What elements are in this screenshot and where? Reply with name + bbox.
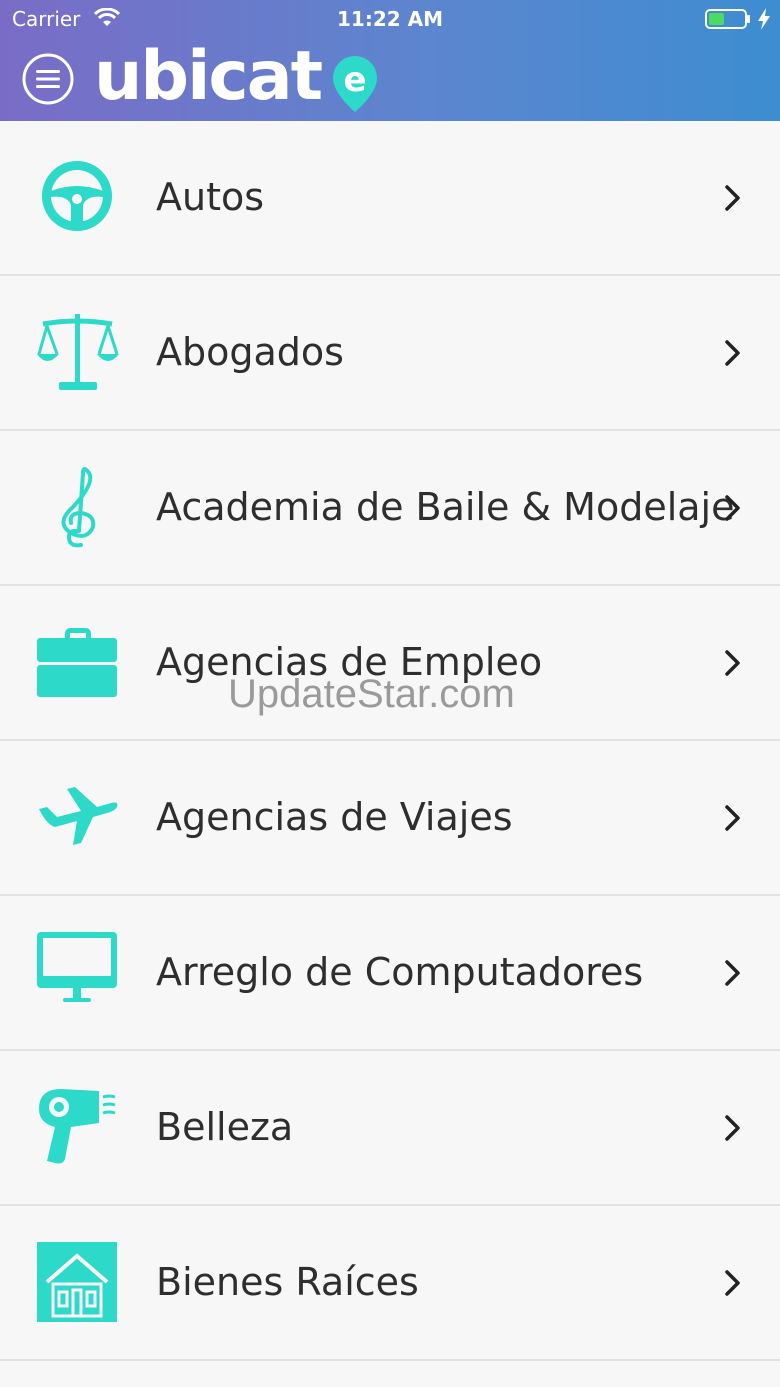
airplane-icon <box>37 777 119 859</box>
scales-icon <box>37 312 119 394</box>
category-row-empleo[interactable]: Agencias de Empleo <box>0 586 780 741</box>
category-row-bienes[interactable]: Bienes Raíces <box>0 1206 780 1361</box>
hamburger-menu-icon[interactable] <box>21 52 75 106</box>
app-header: Carrier 11:22 AM ubicat e <box>0 0 780 121</box>
monitor-icon <box>37 932 119 1014</box>
category-row-belleza[interactable]: Belleza <box>0 1051 780 1206</box>
category-label: Arreglo de Computadores <box>156 950 644 994</box>
chevron-right-icon <box>722 804 742 836</box>
chevron-right-icon <box>722 649 742 681</box>
treble-clef-icon <box>37 467 119 549</box>
chevron-right-icon <box>722 1269 742 1301</box>
category-label: Autos <box>156 175 265 219</box>
app-logo: ubicat <box>94 34 323 120</box>
category-label: Agencias de Viajes <box>156 795 513 839</box>
category-row-computadores[interactable]: Arreglo de Computadores <box>0 896 780 1051</box>
chevron-right-icon <box>722 184 742 216</box>
category-row-academia[interactable]: Academia de Baile & Modelaje <box>0 431 780 586</box>
category-label: Academia de Baile & Modelaje <box>156 485 735 529</box>
logo-text: ubicat <box>94 37 323 116</box>
chevron-right-icon <box>722 494 742 526</box>
hair-dryer-icon <box>37 1087 119 1169</box>
category-list: Autos Abogados Academia de Baile & Model… <box>0 121 780 1361</box>
steering-wheel-icon <box>37 157 119 239</box>
chevron-right-icon <box>722 339 742 371</box>
category-row-autos[interactable]: Autos <box>0 121 780 276</box>
battery-icon <box>705 9 751 34</box>
category-row-abogados[interactable]: Abogados <box>0 276 780 431</box>
category-label: Bienes Raíces <box>156 1260 419 1304</box>
charging-bolt-icon <box>757 8 771 35</box>
chevron-right-icon <box>722 1114 742 1146</box>
logo-suffix: e <box>343 60 366 100</box>
category-label: Abogados <box>156 330 344 374</box>
briefcase-icon <box>37 622 119 704</box>
category-row-viajes[interactable]: Agencias de Viajes <box>0 741 780 896</box>
house-icon <box>37 1242 119 1324</box>
status-time: 11:22 AM <box>336 7 443 31</box>
chevron-right-icon <box>722 959 742 991</box>
category-label: Belleza <box>156 1105 294 1149</box>
logo-pin-e: e <box>330 54 380 120</box>
watermark-text: UpdateStar.com <box>228 672 515 716</box>
